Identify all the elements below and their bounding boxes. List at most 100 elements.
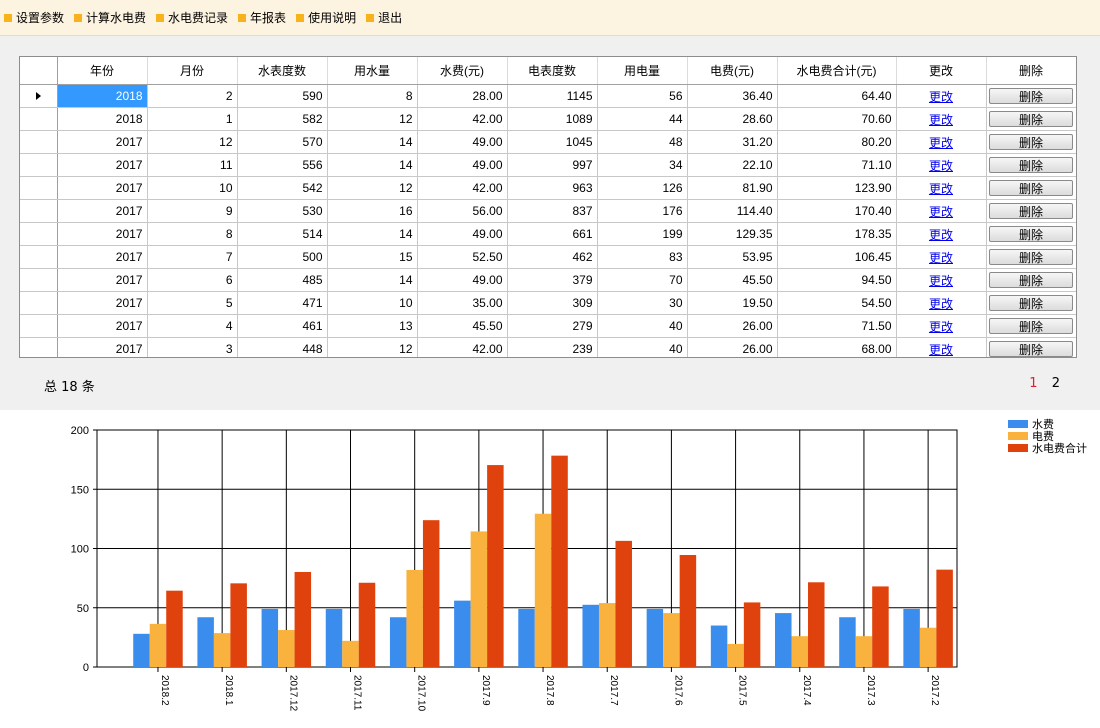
table-cell[interactable]: 176 [597, 199, 688, 223]
table-cell[interactable]: 36.40 [687, 84, 778, 108]
table-cell[interactable]: 556 [237, 153, 328, 177]
row-header[interactable] [20, 337, 58, 357]
delete-button[interactable]: 删除 [989, 318, 1073, 334]
row-header[interactable] [20, 199, 58, 223]
table-row[interactable]: 2017 7 500 15 52.50 462 83 53.95 106.45 更改 删除 [20, 245, 1076, 269]
menu-item-fee-records[interactable]: 水电费记录 [156, 9, 228, 26]
edit-link[interactable]: 更改 [929, 251, 953, 265]
table-cell[interactable]: 9 [147, 199, 238, 223]
table-cell[interactable]: 54.50 [777, 291, 897, 315]
table-cell[interactable]: 239 [507, 337, 598, 357]
page-2-link[interactable]: 2 [1052, 376, 1060, 391]
table-cell[interactable]: 2018 [57, 84, 148, 108]
table-cell[interactable]: 35.00 [417, 291, 508, 315]
table-row[interactable]: 2017 11 556 14 49.00 997 34 22.10 71.10 更改 删除 [20, 153, 1076, 177]
table-cell[interactable]: 14 [327, 153, 418, 177]
edit-link[interactable]: 更改 [929, 297, 953, 311]
row-header[interactable] [20, 107, 58, 131]
table-cell[interactable]: 42.00 [417, 176, 508, 200]
table-cell[interactable]: 30 [597, 291, 688, 315]
table-cell[interactable]: 28.00 [417, 84, 508, 108]
table-cell[interactable]: 83 [597, 245, 688, 269]
table-cell[interactable]: 2017 [57, 268, 148, 292]
table-cell[interactable]: 4 [147, 314, 238, 338]
table-cell[interactable]: 56.00 [417, 199, 508, 223]
table-cell[interactable]: 485 [237, 268, 328, 292]
table-row[interactable]: 2017 3 448 12 42.00 239 40 26.00 68.00 更改 删除 [20, 337, 1076, 357]
table-cell[interactable]: 461 [237, 314, 328, 338]
column-header[interactable]: 电表度数 [507, 57, 598, 85]
row-header[interactable] [20, 130, 58, 154]
table-cell[interactable]: 14 [327, 268, 418, 292]
table-cell[interactable]: 31.20 [687, 130, 778, 154]
menu-item-exit[interactable]: 退出 [366, 9, 402, 26]
table-row[interactable]: 2017 8 514 14 49.00 661 199 129.35 178.35 更改 删除 [20, 222, 1076, 246]
column-header[interactable]: 年份 [57, 57, 148, 85]
table-cell[interactable]: 2017 [57, 222, 148, 246]
table-cell[interactable]: 22.10 [687, 153, 778, 177]
edit-link[interactable]: 更改 [929, 274, 953, 288]
table-cell[interactable]: 199 [597, 222, 688, 246]
table-cell[interactable]: 661 [507, 222, 598, 246]
table-cell[interactable]: 45.50 [687, 268, 778, 292]
column-header[interactable]: 水表度数 [237, 57, 328, 85]
table-cell[interactable]: 837 [507, 199, 598, 223]
column-header[interactable]: 更改 [896, 57, 987, 85]
delete-button[interactable]: 删除 [989, 226, 1073, 242]
table-cell[interactable]: 19.50 [687, 291, 778, 315]
table-cell[interactable]: 1 [147, 107, 238, 131]
table-cell[interactable]: 279 [507, 314, 598, 338]
table-cell[interactable]: 1045 [507, 130, 598, 154]
column-header[interactable]: 电费(元) [687, 57, 778, 85]
table-cell[interactable]: 2017 [57, 199, 148, 223]
table-cell[interactable]: 70 [597, 268, 688, 292]
delete-button[interactable]: 删除 [989, 272, 1073, 288]
table-cell[interactable]: 1089 [507, 107, 598, 131]
delete-button[interactable]: 删除 [989, 111, 1073, 127]
delete-button[interactable]: 删除 [989, 134, 1073, 150]
delete-button[interactable]: 删除 [989, 295, 1073, 311]
menu-item-settings[interactable]: 设置参数 [4, 9, 64, 26]
table-cell[interactable]: 70.60 [777, 107, 897, 131]
table-cell[interactable]: 379 [507, 268, 598, 292]
table-cell[interactable]: 10 [327, 291, 418, 315]
table-cell[interactable]: 68.00 [777, 337, 897, 357]
column-header[interactable]: 水电费合计(元) [777, 57, 897, 85]
delete-button[interactable]: 删除 [989, 203, 1073, 219]
table-cell[interactable]: 14 [327, 130, 418, 154]
edit-link[interactable]: 更改 [929, 182, 953, 196]
table-cell[interactable]: 45.50 [417, 314, 508, 338]
table-cell[interactable]: 64.40 [777, 84, 897, 108]
row-header[interactable] [20, 153, 58, 177]
table-row[interactable]: 2017 4 461 13 45.50 279 40 26.00 71.50 更改 删除 [20, 314, 1076, 338]
table-cell[interactable]: 44 [597, 107, 688, 131]
table-cell[interactable]: 49.00 [417, 130, 508, 154]
column-header[interactable]: 用水量 [327, 57, 418, 85]
table-cell[interactable]: 48 [597, 130, 688, 154]
delete-button[interactable]: 删除 [989, 88, 1073, 104]
table-row[interactable]: 2017 9 530 16 56.00 837 176 114.40 170.40 更改 删除 [20, 199, 1076, 223]
table-row[interactable]: 2018 1 582 12 42.00 1089 44 28.60 70.60 更改 删除 [20, 107, 1076, 131]
table-cell[interactable]: 5 [147, 291, 238, 315]
table-cell[interactable]: 42.00 [417, 107, 508, 131]
table-cell[interactable]: 94.50 [777, 268, 897, 292]
menu-item-annual-report[interactable]: 年报表 [238, 9, 286, 26]
table-cell[interactable]: 1145 [507, 84, 598, 108]
table-cell[interactable]: 500 [237, 245, 328, 269]
table-cell[interactable]: 3 [147, 337, 238, 357]
table-cell[interactable]: 56 [597, 84, 688, 108]
column-header[interactable]: 水费(元) [417, 57, 508, 85]
table-cell[interactable]: 542 [237, 176, 328, 200]
table-cell[interactable]: 49.00 [417, 153, 508, 177]
table-cell[interactable]: 448 [237, 337, 328, 357]
delete-button[interactable]: 删除 [989, 180, 1073, 196]
table-cell[interactable]: 2017 [57, 176, 148, 200]
edit-link[interactable]: 更改 [929, 113, 953, 127]
table-cell[interactable]: 570 [237, 130, 328, 154]
table-row[interactable]: 2018 2 590 8 28.00 1145 56 36.40 64.40 更改 删除 [20, 84, 1076, 108]
table-cell[interactable]: 6 [147, 268, 238, 292]
table-cell[interactable]: 15 [327, 245, 418, 269]
table-cell[interactable]: 10 [147, 176, 238, 200]
table-cell[interactable]: 12 [327, 337, 418, 357]
table-cell[interactable]: 2017 [57, 314, 148, 338]
